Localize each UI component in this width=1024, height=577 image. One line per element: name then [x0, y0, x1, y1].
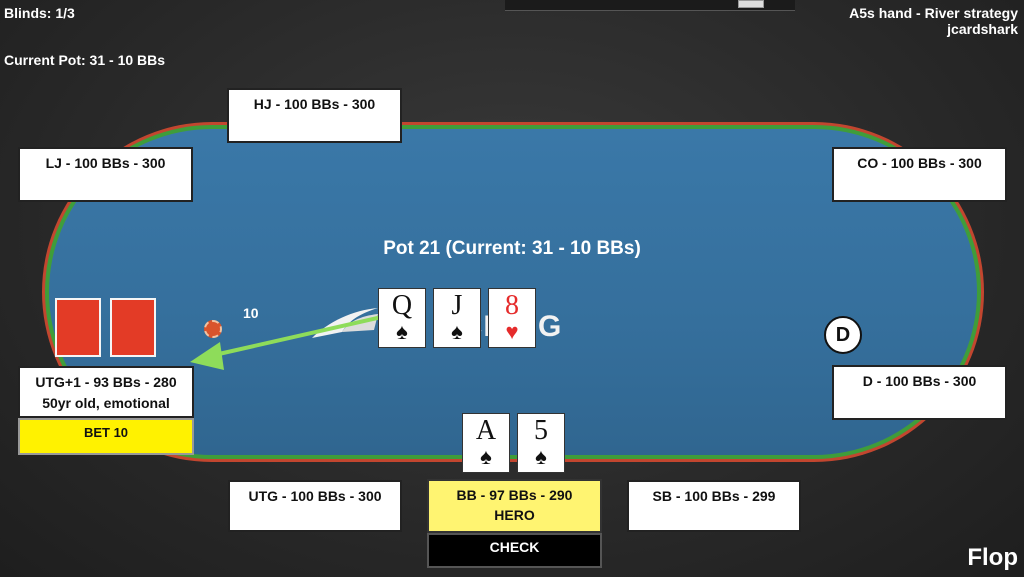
card-suit-icon: ♠ [535, 444, 547, 469]
pot-label: Pot 21 (Current: 31 - 10 BBs) [383, 238, 641, 259]
seat-label: CO - 100 BBs - 300 [857, 155, 982, 171]
seat-utg[interactable]: UTG - 100 BBs - 300 [228, 480, 402, 532]
villain-card-back [55, 298, 101, 357]
card-rank: A [475, 415, 497, 446]
hand-title: A5s hand - River strategy jcardshark [849, 5, 1018, 37]
hero-card: A ♠ [462, 413, 510, 473]
logo-text: ACHING [438, 310, 728, 344]
seat-label: UTG - 100 BBs - 300 [248, 488, 382, 504]
card-suit-icon: ♠ [396, 319, 408, 344]
card-suit-icon: ♠ [480, 444, 492, 469]
seat-sb[interactable]: SB - 100 BBs - 299 [627, 480, 801, 532]
seat-label: BB - 97 BBs - 290 [456, 487, 573, 503]
seat-co[interactable]: CO - 100 BBs - 300 [832, 147, 1007, 202]
author-name: jcardshark [947, 21, 1018, 37]
hero-card: 5 ♠ [517, 413, 565, 473]
card-rank: J [451, 290, 463, 321]
card-suit-icon: ♥ [505, 319, 519, 344]
seat-label: UTG+1 - 93 BBs - 280 [35, 374, 177, 390]
seat-label: SB - 100 BBs - 299 [652, 488, 776, 504]
seat-hj[interactable]: HJ - 100 BBs - 300 [227, 88, 402, 143]
seat-bb-hero[interactable]: BB - 97 BBs - 290 HERO [427, 479, 602, 533]
seat-dealer[interactable]: D - 100 BBs - 300 [832, 365, 1007, 420]
villain-card-back [110, 298, 156, 357]
card-rank: 8 [505, 290, 519, 321]
current-pot-label: Current Pot: 31 - 10 BBs [4, 52, 166, 68]
minimize-icon[interactable] [738, 0, 764, 8]
seat-label: HJ - 100 BBs - 300 [253, 96, 376, 112]
seat-lj[interactable]: LJ - 100 BBs - 300 [18, 147, 193, 202]
seat-label: LJ - 100 BBs - 300 [45, 155, 166, 171]
street-label: Flop [967, 544, 1018, 571]
dealer-button: D [824, 316, 862, 354]
hero-action-badge: CHECK [427, 533, 602, 568]
blinds-label: Blinds: 1/3 [4, 5, 75, 21]
window-strip [505, 0, 795, 11]
utg1-action-badge: BET 10 [18, 418, 194, 455]
board-card: J ♠ [433, 288, 481, 348]
hero-tag: HERO [494, 507, 535, 523]
hand-title-line: A5s hand - River strategy [849, 5, 1018, 21]
player-note: 50yr old, emotional [42, 395, 170, 411]
seat-utg1[interactable]: UTG+1 - 93 BBs - 280 50yr old, emotional [18, 366, 194, 418]
board-card: 8 ♥ [488, 288, 536, 348]
card-rank: 5 [534, 415, 548, 446]
seat-label: D - 100 BBs - 300 [862, 373, 977, 389]
chip-icon [204, 320, 222, 338]
card-suit-icon: ♠ [451, 319, 463, 344]
card-rank: Q [391, 290, 413, 321]
board-card: Q ♠ [378, 288, 426, 348]
bet-chip-amount: 10 [243, 305, 259, 321]
